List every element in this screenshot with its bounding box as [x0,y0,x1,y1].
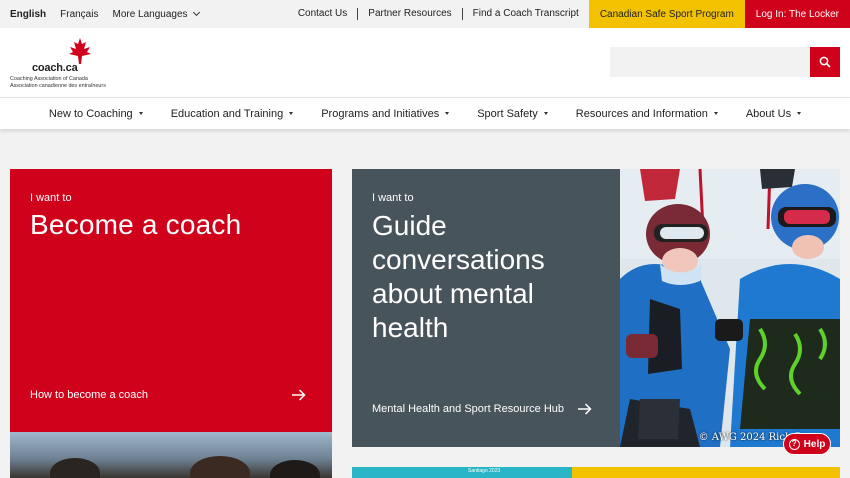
nav-label: New to Coaching [48,107,133,120]
become-coach-link[interactable]: How to become a coach [30,389,306,401]
photo-figure [190,456,250,478]
nav-label: Programs and Initiatives [321,107,440,120]
card-kicker: I want to [372,192,414,204]
help-label: Help [803,438,826,450]
login-button[interactable]: Log In: The Locker [744,0,850,28]
coach-group-photo [10,432,332,478]
logo-line-en: Coaching Association of Canada [10,76,88,82]
caret-down-icon [797,112,802,115]
lang-french[interactable]: Français [60,9,98,20]
safe-sport-button[interactable]: Canadian Safe Sport Program [588,0,745,28]
nav-education-training[interactable]: Education and Training [157,98,308,129]
caret-down-icon [445,112,450,115]
more-languages-label: More Languages [112,8,188,20]
utility-bar: English Français More Languages Contact … [0,0,850,28]
more-languages-dropdown[interactable]: More Languages [112,8,200,20]
contact-link[interactable]: Contact Us [288,8,359,20]
cta-label: Mental Health and Sport Resource Hub [372,403,564,415]
thumbnail-label: Santiago 2023 [468,468,501,474]
maple-leaf-icon [69,38,91,64]
skiers-illustration [620,169,840,447]
become-coach-card[interactable]: I want to Become a coach How to become a… [10,169,332,432]
site-header: coach.ca Coaching Association of Canada … [0,28,850,97]
caret-down-icon [543,112,548,115]
main-nav: New to Coaching Education and Training P… [0,97,850,129]
card-kicker: I want to [30,192,72,204]
arrow-right-icon [578,403,592,415]
question-icon: ? [788,438,800,450]
nav-label: Education and Training [170,107,284,120]
help-button[interactable]: ? Help [783,433,831,455]
mental-health-hub-link[interactable]: Mental Health and Sport Resource Hub [372,403,592,415]
arrow-right-icon [292,389,306,401]
photo-figure [50,458,100,478]
caret-down-icon [289,112,294,115]
chevron-down-icon [192,8,200,17]
mental-health-card[interactable]: I want to Guide conversations about ment… [352,169,620,447]
lang-english[interactable]: English [10,9,46,20]
yellow-thumbnail[interactable] [572,467,840,478]
caret-down-icon [713,112,718,115]
cta-label: How to become a coach [30,389,149,401]
nav-resources-information[interactable]: Resources and Information [562,98,732,129]
search-bar [610,47,840,77]
nav-new-to-coaching[interactable]: New to Coaching [35,98,157,129]
utility-links: Contact Us Partner Resources Find a Coac… [288,0,850,28]
nav-label: Resources and Information [575,107,708,120]
nav-about-us[interactable]: About Us [732,98,815,129]
skiers-photo: © AWG 2024 Rich Ryan [620,169,840,447]
site-logo[interactable]: coach.ca Coaching Association of Canada … [10,36,120,91]
card-headline: Guide conversations about mental health [372,210,545,343]
language-switcher: English Français More Languages [10,0,200,28]
partner-resources-link[interactable]: Partner Resources [358,8,463,20]
santiago-thumbnail[interactable]: Santiago 2023 [352,467,572,478]
caret-down-icon [138,112,143,115]
logo-line-fr: Association canadienne des entraîneurs [10,83,106,89]
search-icon [819,56,831,68]
nav-sport-safety[interactable]: Sport Safety [463,98,562,129]
nav-label: About Us [745,107,792,120]
card-headline: Become a coach [30,209,242,240]
search-input[interactable] [610,47,810,77]
logo-wordmark: coach.ca [32,62,78,74]
find-transcript-link[interactable]: Find a Coach Transcript [463,8,589,20]
nav-label: Sport Safety [477,107,538,120]
nav-programs-initiatives[interactable]: Programs and Initiatives [307,98,463,129]
photo-figure [270,460,320,478]
search-button[interactable] [810,47,840,77]
